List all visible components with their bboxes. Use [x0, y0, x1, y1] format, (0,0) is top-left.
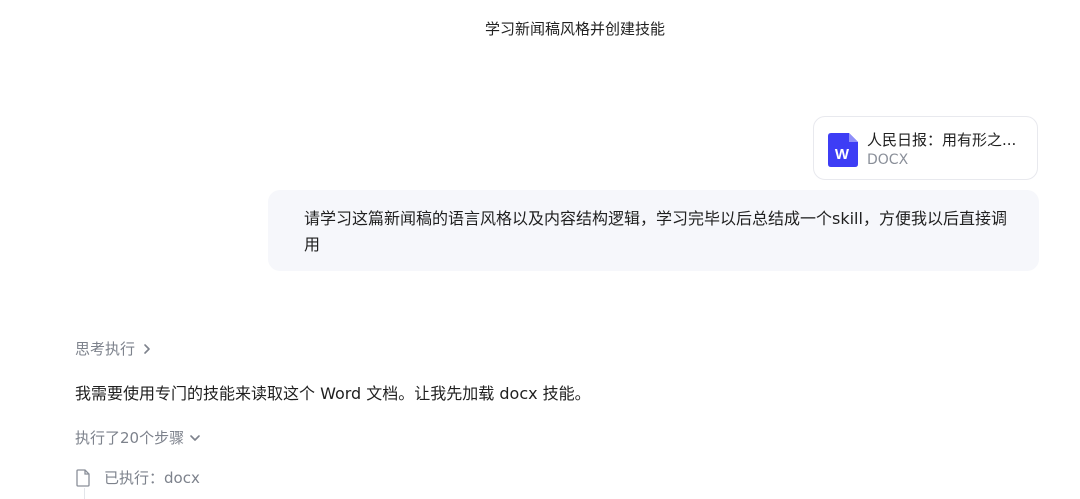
word-file-icon: W — [828, 133, 858, 167]
chevron-down-icon — [189, 432, 201, 444]
word-file-letter: W — [835, 146, 850, 163]
thinking-label: 思考执行 — [75, 340, 136, 358]
assistant-reply: 我需要使用专门的技能来读取这个 Word 文档。让我先加载 docx 技能。 — [75, 384, 591, 403]
step-label: 已执行：docx — [104, 469, 200, 487]
user-message-text: 请学习这篇新闻稿的语言风格以及内容结构逻辑，学习完毕以后总结成一个skill，方… — [304, 209, 1007, 254]
attachment-card[interactable]: W 人民日报：用有形之... DOCX — [813, 116, 1038, 180]
attachment-type: DOCX — [867, 152, 909, 168]
conversation-title: 学习新闻稿风格并创建技能 — [484, 20, 665, 38]
user-message-bubble: 请学习这篇新闻稿的语言风格以及内容结构逻辑，学习完毕以后总结成一个skill，方… — [268, 190, 1039, 271]
attachment-name: 人民日报：用有形之... — [867, 131, 1017, 149]
step-item: 已执行：docx — [75, 467, 200, 488]
thinking-toggle[interactable]: 思考执行 — [75, 338, 153, 359]
chevron-right-icon — [141, 343, 153, 355]
steps-toggle[interactable]: 执行了20个步骤 — [75, 427, 201, 448]
document-icon — [75, 468, 92, 487]
steps-label: 执行了20个步骤 — [75, 429, 185, 447]
step-connector-line — [84, 488, 85, 499]
